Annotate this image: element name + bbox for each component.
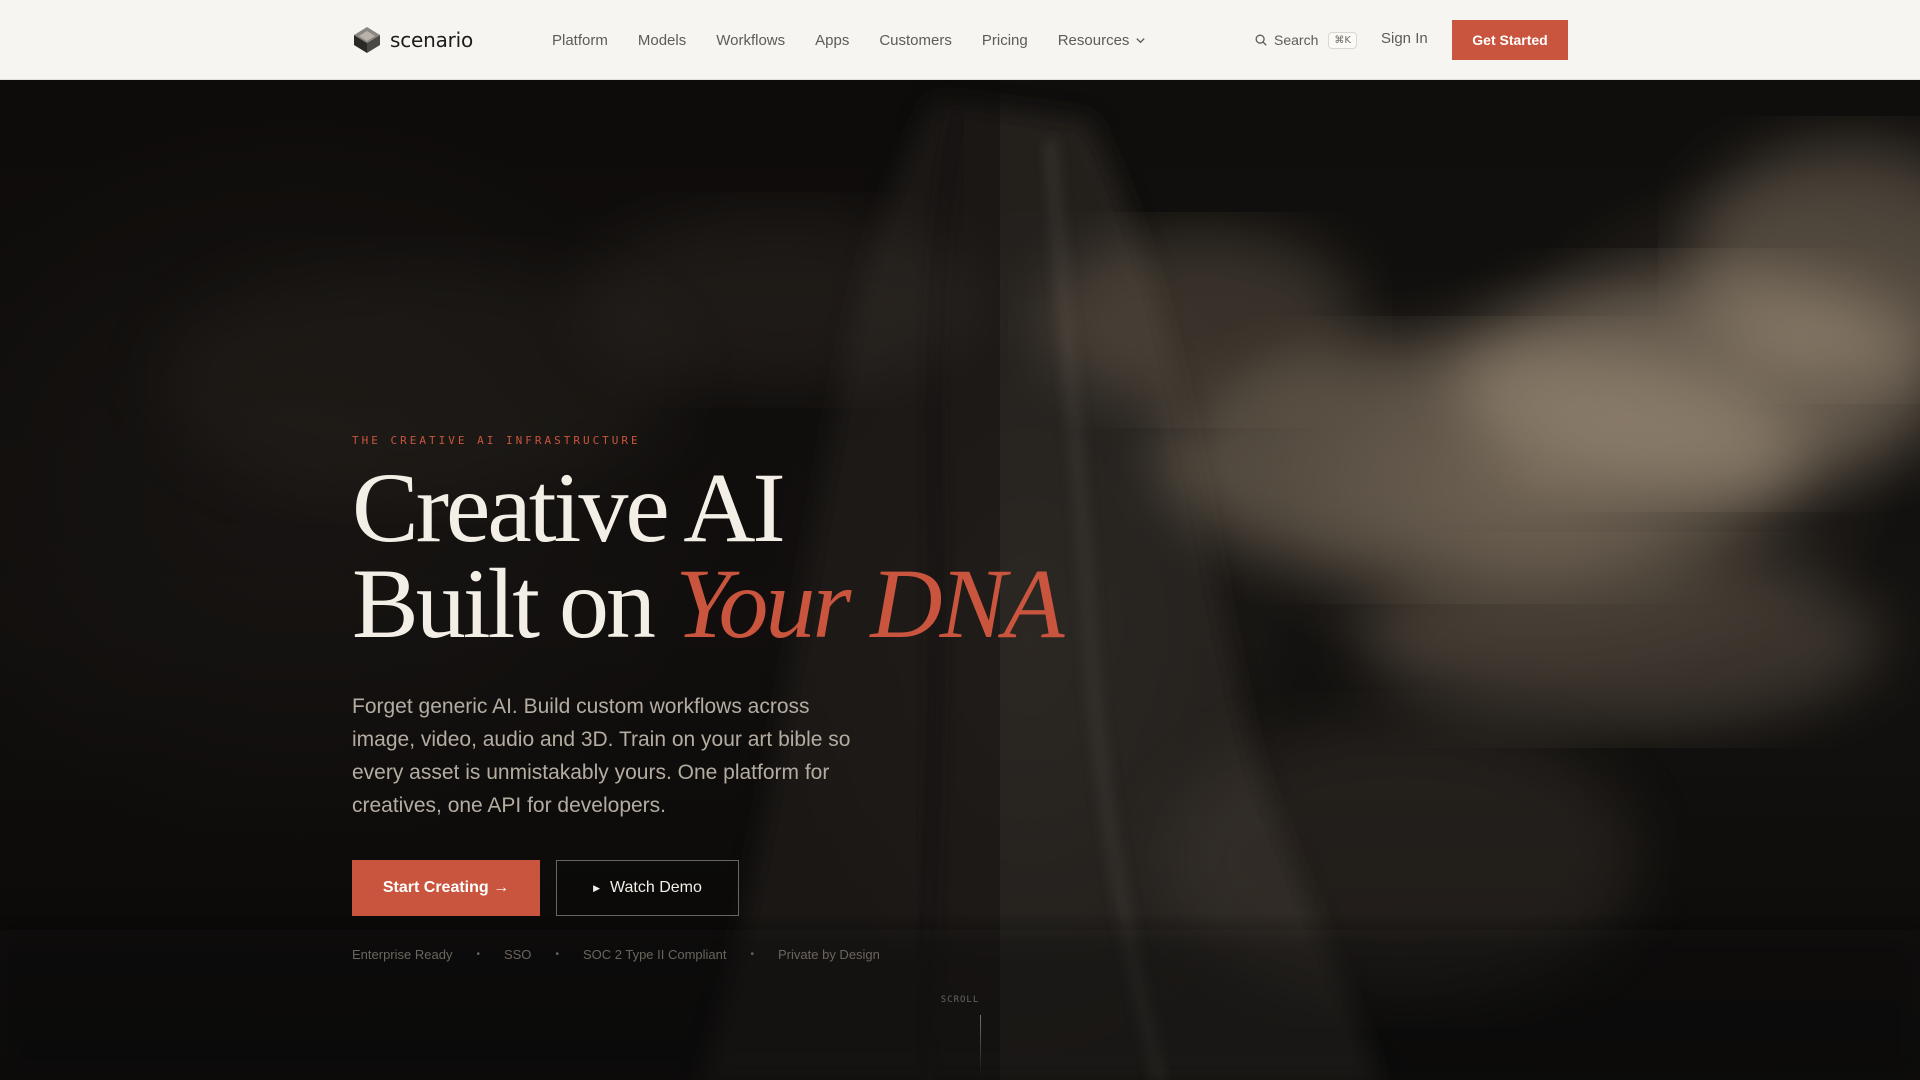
hero-eyebrow: THE CREATIVE AI INFRASTRUCTURE — [352, 434, 641, 447]
badge-separator: • — [555, 949, 559, 960]
top-navigation-bar: scenario Platform Models Workflows Apps … — [0, 0, 1920, 80]
badge-separator: • — [750, 949, 755, 960]
nav-item-resources[interactable]: Resources — [1058, 32, 1147, 49]
nav-item-resources-label: Resources — [1057, 31, 1130, 49]
nav-item-pricing[interactable]: Pricing — [982, 32, 1028, 49]
scroll-indicator-line — [980, 1015, 981, 1075]
headline-line-2: Built on Your DNA — [352, 554, 1152, 654]
hero-section: THE CREATIVE AI INFRASTRUCTURE Creative … — [0, 80, 1920, 1080]
search-label: Search — [1274, 32, 1319, 48]
chevron-down-icon — [1136, 37, 1146, 43]
play-icon: ▶ — [593, 882, 601, 893]
badge-private-by-design: Private by Design — [778, 947, 880, 962]
search-icon — [1255, 34, 1267, 46]
scroll-indicator-label: SCROLL — [940, 995, 980, 1005]
badge-separator: • — [476, 949, 480, 960]
nav-item-models[interactable]: Models — [638, 32, 686, 49]
main-nav: Platform Models Workflows Apps Customers… — [552, 0, 1176, 80]
search-button[interactable]: Search ⌘K — [1254, 28, 1357, 52]
nav-item-workflows[interactable]: Workflows — [716, 32, 785, 49]
watch-demo-label: Watch Demo — [610, 879, 702, 896]
scenario-logo-icon — [354, 27, 380, 53]
badge-soc2: SOC 2 Type II Compliant — [582, 947, 727, 962]
badge-enterprise-ready: Enterprise Ready — [352, 947, 453, 962]
nav-item-apps[interactable]: Apps — [815, 32, 849, 49]
start-creating-button[interactable]: Start Creating → — [352, 860, 540, 916]
hero-headline: Creative AI Built on Your DNA — [352, 452, 1152, 654]
nav-item-platform[interactable]: Platform — [552, 32, 608, 49]
search-shortcut-badge: ⌘K — [1328, 31, 1357, 49]
sign-in-link[interactable]: Sign In — [1381, 30, 1428, 47]
hero-description: Forget generic AI. Build custom workflow… — [352, 695, 851, 817]
nav-item-customers[interactable]: Customers — [879, 32, 952, 49]
brand-name: scenario — [390, 28, 474, 52]
get-started-button[interactable]: Get Started — [1452, 20, 1568, 60]
trust-badges: Enterprise Ready • SSO • SOC 2 Type II C… — [352, 947, 880, 962]
headline-line-2-plain: Built on — [352, 548, 676, 659]
badge-sso: SSO — [503, 947, 532, 962]
headline-accent: Your DNA — [675, 548, 1064, 659]
watch-demo-button[interactable]: ▶ Watch Demo — [556, 860, 739, 916]
headline-line-1: Creative AI — [352, 452, 786, 563]
brand-logo[interactable]: scenario — [352, 24, 473, 56]
